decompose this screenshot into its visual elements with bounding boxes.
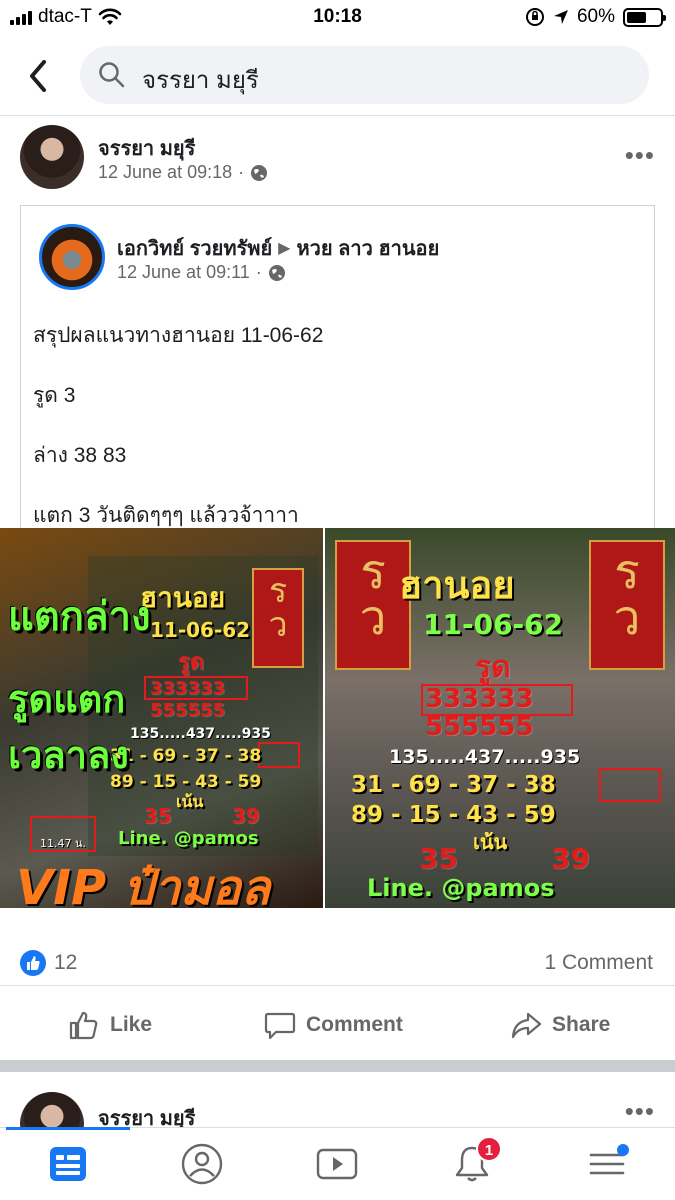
search-icon — [99, 62, 125, 88]
like-reaction-icon[interactable] — [20, 950, 46, 976]
next-post-header: จรรยา มยุรี ••• — [0, 1072, 675, 1132]
share-label: Share — [552, 1013, 611, 1036]
image-nen: เน้น — [473, 830, 508, 854]
image-row2: 555555 — [425, 712, 534, 742]
shared-post[interactable]: เอกวิทย์ รวยทรัพย์ ▶ หวย ลาว ฮานอย 12 Ju… — [20, 205, 655, 535]
image-row4: 31 - 69 - 37 - 38 — [110, 746, 262, 766]
image-title: ฮานอย — [140, 581, 226, 614]
battery-percent: 60% — [576, 6, 615, 27]
shared-page-name[interactable]: เอกวิทย์ รวยทรัพย์ — [117, 232, 272, 264]
highlight-box — [258, 742, 300, 768]
comment-button[interactable]: Comment — [264, 1009, 403, 1041]
image-row3: 135.....437.....935 — [389, 746, 581, 768]
search-header: จรรยา มยุรี — [0, 36, 675, 116]
post-timestamp[interactable]: 12 June at 09:18 — [98, 162, 232, 183]
notification-badge: 1 — [476, 1136, 502, 1162]
feed-divider — [0, 1060, 675, 1072]
image-row2: 555555 — [150, 700, 226, 721]
orientation-lock-icon — [525, 8, 544, 26]
globe-icon — [251, 164, 268, 181]
search-input[interactable]: จรรยา มยุรี — [80, 46, 649, 104]
location-icon — [553, 10, 568, 24]
post-text-line: สรุปผลแนวทางฮานอย 11-06-62 — [33, 324, 324, 347]
highlight-box — [599, 768, 661, 802]
image-row1: 333333 — [150, 678, 226, 699]
image-line-id: Line. @pamos — [367, 874, 555, 902]
battery-icon — [623, 7, 666, 27]
image-hl1: 35 — [144, 804, 172, 828]
image-row1: 333333 — [425, 684, 534, 714]
menu-notification-dot — [617, 1144, 629, 1156]
post-image-left[interactable]: รว ฮานอย 11-06-62 รูด 333333 555555 135.… — [0, 528, 323, 908]
triangle-right-icon: ▶ — [278, 240, 291, 257]
page-avatar[interactable] — [39, 224, 105, 290]
reactions-bar: 12 1 Comment — [0, 940, 675, 986]
profile-icon — [181, 1143, 223, 1185]
image-hl2: 39 — [551, 842, 590, 875]
image-tag: รูดแตก — [8, 677, 126, 721]
shared-post-text: สรุปผลแนวทางฮานอย 11-06-62 รูด 3 ล่าง 38… — [33, 306, 323, 546]
image-tag: แตกล่าง — [8, 594, 151, 640]
comment-count[interactable]: 1 Comment — [544, 951, 653, 975]
post-header: จรรยา มยุรี 12 June at 09:18 · ••• — [0, 118, 675, 198]
shared-group-name[interactable]: หวย ลาว ฮานอย — [296, 232, 439, 264]
image-tag: เวลาลง — [8, 733, 129, 777]
news-feed-icon — [50, 1147, 86, 1181]
image-row3: 135.....437.....935 — [130, 726, 271, 742]
meta-separator: · — [255, 262, 262, 282]
image-line-id: Line. @pamos — [118, 828, 259, 849]
reaction-count[interactable]: 12 — [54, 951, 77, 975]
image-row5: 89 - 15 - 43 - 59 — [110, 772, 262, 792]
image-hl1: 35 — [419, 842, 458, 875]
share-button[interactable]: Share — [510, 1009, 610, 1041]
image-date: 11-06-62 — [150, 618, 251, 642]
more-options-button[interactable]: ••• — [625, 1096, 655, 1127]
like-button[interactable]: Like — [68, 1009, 152, 1041]
shared-timestamp[interactable]: 12 June at 09:11 — [117, 262, 250, 283]
status-bar: dtac-T 10:18 60% — [0, 0, 675, 36]
share-arrow-icon — [511, 1012, 542, 1039]
like-label: Like — [110, 1013, 153, 1036]
post-text-line: รูด 3 — [33, 384, 76, 407]
image-row5: 89 - 15 - 43 - 59 — [351, 802, 556, 828]
meta-separator: · — [238, 162, 245, 182]
comment-icon — [264, 1012, 296, 1040]
comment-label: Comment — [306, 1013, 403, 1036]
post-author-name[interactable]: จรรยา มยุรี — [98, 132, 195, 164]
image-hl2: 39 — [232, 804, 260, 828]
image-footer: VIP ป๋ามอล — [16, 860, 271, 908]
bottom-tab-bar: 1 — [0, 1127, 675, 1200]
thumbs-up-icon — [69, 1011, 98, 1040]
tab-profile[interactable] — [178, 1142, 226, 1186]
avatar[interactable] — [20, 1092, 84, 1132]
facebook-search-page: dtac-T 10:18 60% จรรยา มยุรี จรรยา มยุรี… — [0, 0, 675, 1200]
image-nen: เน้น — [176, 792, 204, 811]
tab-watch[interactable] — [313, 1142, 361, 1186]
tab-menu[interactable] — [583, 1142, 631, 1186]
image-date: 11-06-62 — [423, 608, 564, 641]
image-row4: 31 - 69 - 37 - 38 — [351, 772, 556, 798]
active-tab-indicator — [6, 1127, 130, 1130]
globe-icon — [268, 264, 285, 281]
post-image-right[interactable]: รว รว ฮานอย 11-06-62 รูด 333333 555555 1… — [325, 528, 675, 908]
image-rood: รูด — [178, 650, 205, 675]
image-red-card: รว — [252, 568, 304, 668]
avatar[interactable] — [20, 125, 84, 189]
post-text-line: ล่าง 38 83 — [33, 444, 127, 467]
tab-news-feed[interactable] — [44, 1142, 92, 1186]
back-button[interactable] — [22, 56, 56, 96]
image-title: ฮานอย — [399, 563, 515, 607]
tab-notifications[interactable]: 1 — [448, 1136, 502, 1186]
search-query-text: จรรยา มยุรี — [142, 67, 259, 94]
video-play-icon — [316, 1148, 358, 1180]
post-actions: Like Comment Share — [0, 995, 675, 1059]
more-options-button[interactable]: ••• — [625, 140, 655, 171]
image-red-card: รว — [589, 540, 665, 670]
